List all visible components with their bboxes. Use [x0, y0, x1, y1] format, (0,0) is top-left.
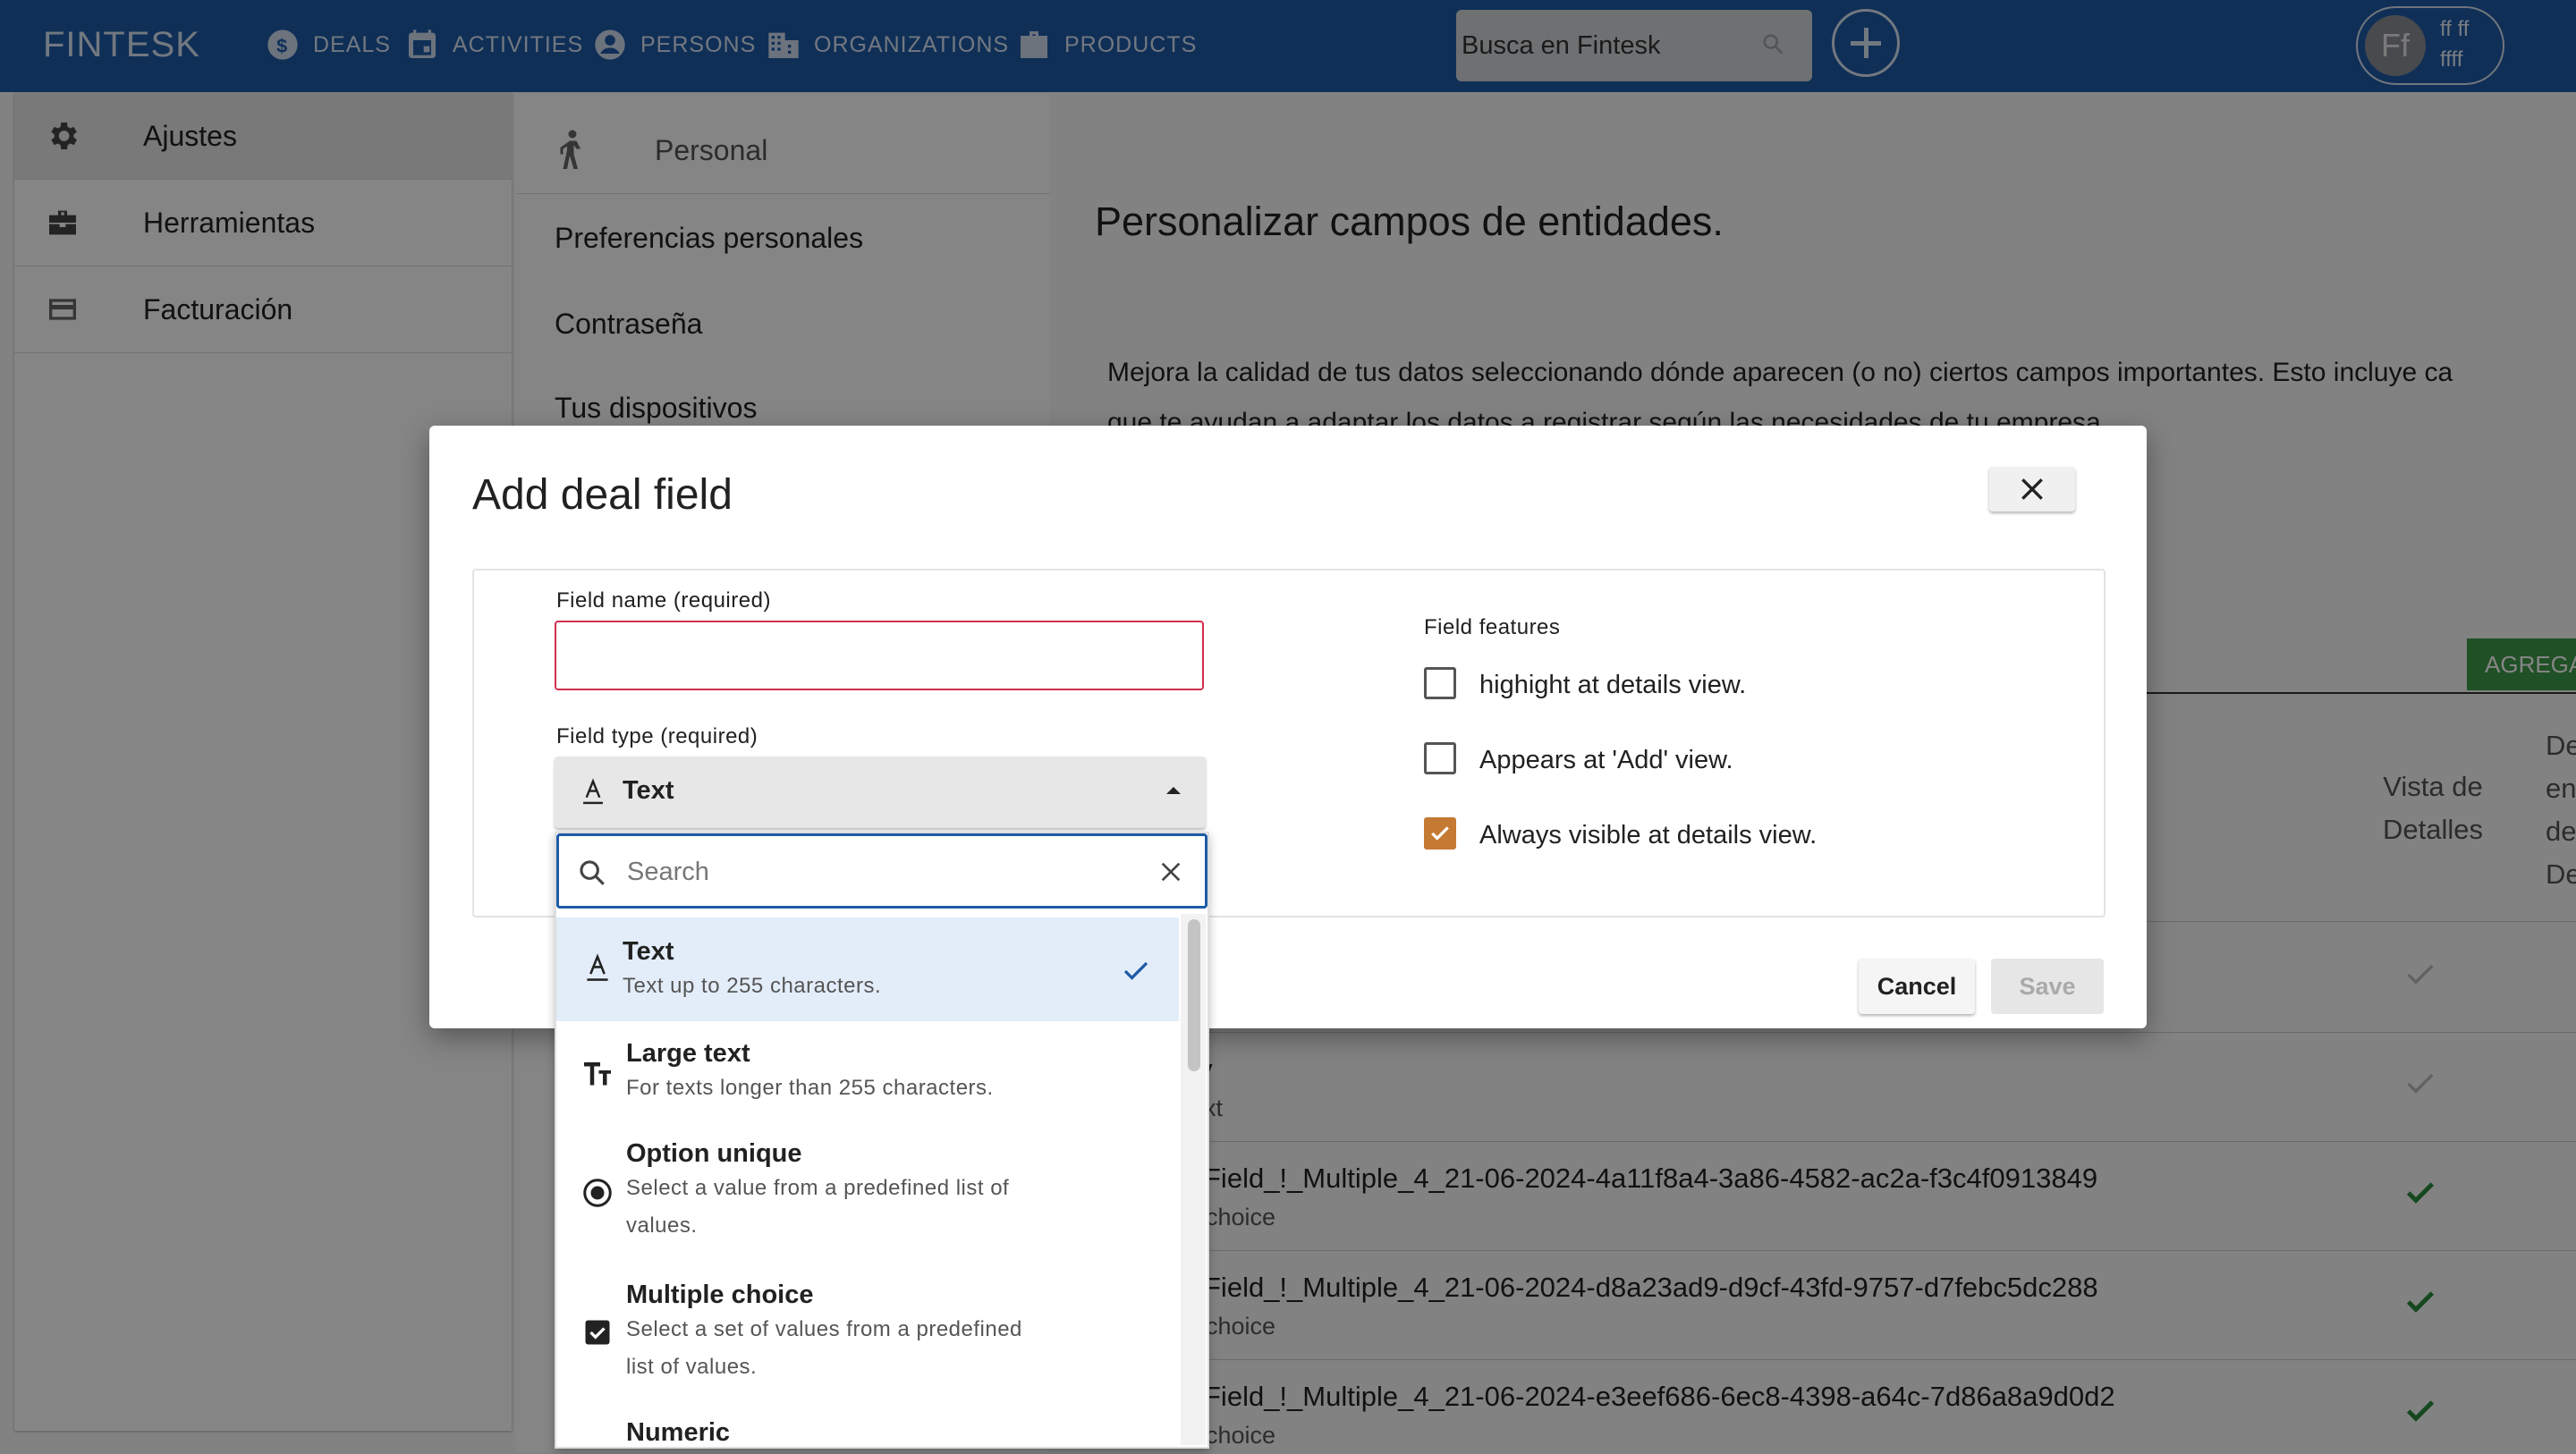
radio-icon: [583, 1179, 612, 1207]
field-type-dropdown: Search Text Text up to 255 characters. L…: [555, 832, 1209, 1449]
checkmark-icon: [1431, 826, 1449, 841]
close-icon: [2021, 478, 2043, 500]
cancel-button[interactable]: Cancel: [1859, 959, 1975, 1014]
text-format-icon: [583, 778, 603, 805]
field-type-select[interactable]: Text: [555, 757, 1206, 828]
field-name-input[interactable]: [555, 621, 1204, 690]
field-name-label: Field name (required): [556, 588, 771, 613]
option-title: Text: [623, 937, 674, 966]
checkbox-icon: [585, 1320, 610, 1345]
option-title: Multiple choice: [626, 1281, 814, 1309]
search-icon: [580, 860, 605, 885]
check-icon: [1123, 961, 1148, 980]
scrollbar-thumb[interactable]: [1188, 919, 1200, 1071]
option-description: Text up to 255 characters.: [623, 974, 882, 998]
dropdown-search-input[interactable]: Search: [556, 833, 1208, 909]
option-description: Select a set of values from a predefined…: [626, 1317, 1022, 1379]
option-description: Select a value from a predefined list of…: [626, 1176, 1010, 1238]
option-title: Numeric: [626, 1418, 731, 1447]
option-text[interactable]: Text Text up to 255 characters.: [556, 917, 1179, 1021]
option-large-text[interactable]: Large text For texts longer than 255 cha…: [556, 1023, 1179, 1123]
text-size-icon: [584, 1062, 611, 1086]
option-unique[interactable]: Option unique Select a value from a pred…: [556, 1125, 1179, 1261]
field-features-label: Field features: [1424, 615, 1561, 639]
text-format-icon: [587, 953, 608, 981]
feature-checkbox-highlight[interactable]: [1424, 667, 1456, 699]
feature-checkbox-add-view[interactable]: [1424, 742, 1456, 774]
clear-icon[interactable]: [1157, 858, 1185, 886]
feature-label: highight at details view.: [1479, 671, 1747, 699]
feature-checkbox-always-visible[interactable]: [1424, 817, 1456, 850]
option-multiple-choice[interactable]: Multiple choice Select a set of values f…: [556, 1266, 1179, 1404]
field-type-value: Text: [623, 776, 674, 805]
dropdown-search-placeholder: Search: [627, 858, 709, 886]
dialog-title: Add deal field: [472, 471, 733, 519]
feature-label: Appears at 'Add' view.: [1479, 746, 1733, 774]
close-button[interactable]: [1989, 467, 2075, 511]
dropdown-scrollbar[interactable]: [1181, 914, 1206, 1445]
save-button[interactable]: Save: [1991, 959, 2104, 1014]
option-numeric[interactable]: Numeric: [556, 1411, 1179, 1447]
option-description: For texts longer than 255 characters.: [626, 1076, 994, 1100]
option-title: Option unique: [626, 1139, 802, 1168]
option-title: Large text: [626, 1039, 750, 1068]
field-type-label: Field type (required): [556, 724, 758, 748]
feature-label: Always visible at details view.: [1479, 821, 1818, 850]
caret-up-icon: [1166, 787, 1181, 794]
